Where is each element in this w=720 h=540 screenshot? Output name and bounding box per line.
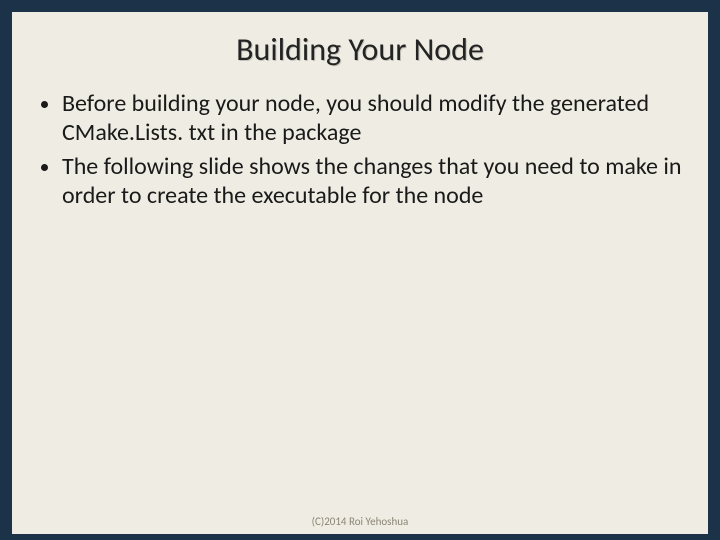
list-item: The following slide shows the changes th…	[62, 152, 682, 211]
bullet-list: Before building your node, you should mo…	[38, 89, 682, 214]
list-item: Before building your node, you should mo…	[62, 89, 682, 148]
slide-footer: (C)2014 Roi Yehoshua	[12, 515, 708, 528]
slide-title: Building Your Node	[38, 30, 682, 69]
slide-body: Building Your Node Before building your …	[12, 12, 708, 534]
slide-frame: Building Your Node Before building your …	[0, 0, 720, 540]
